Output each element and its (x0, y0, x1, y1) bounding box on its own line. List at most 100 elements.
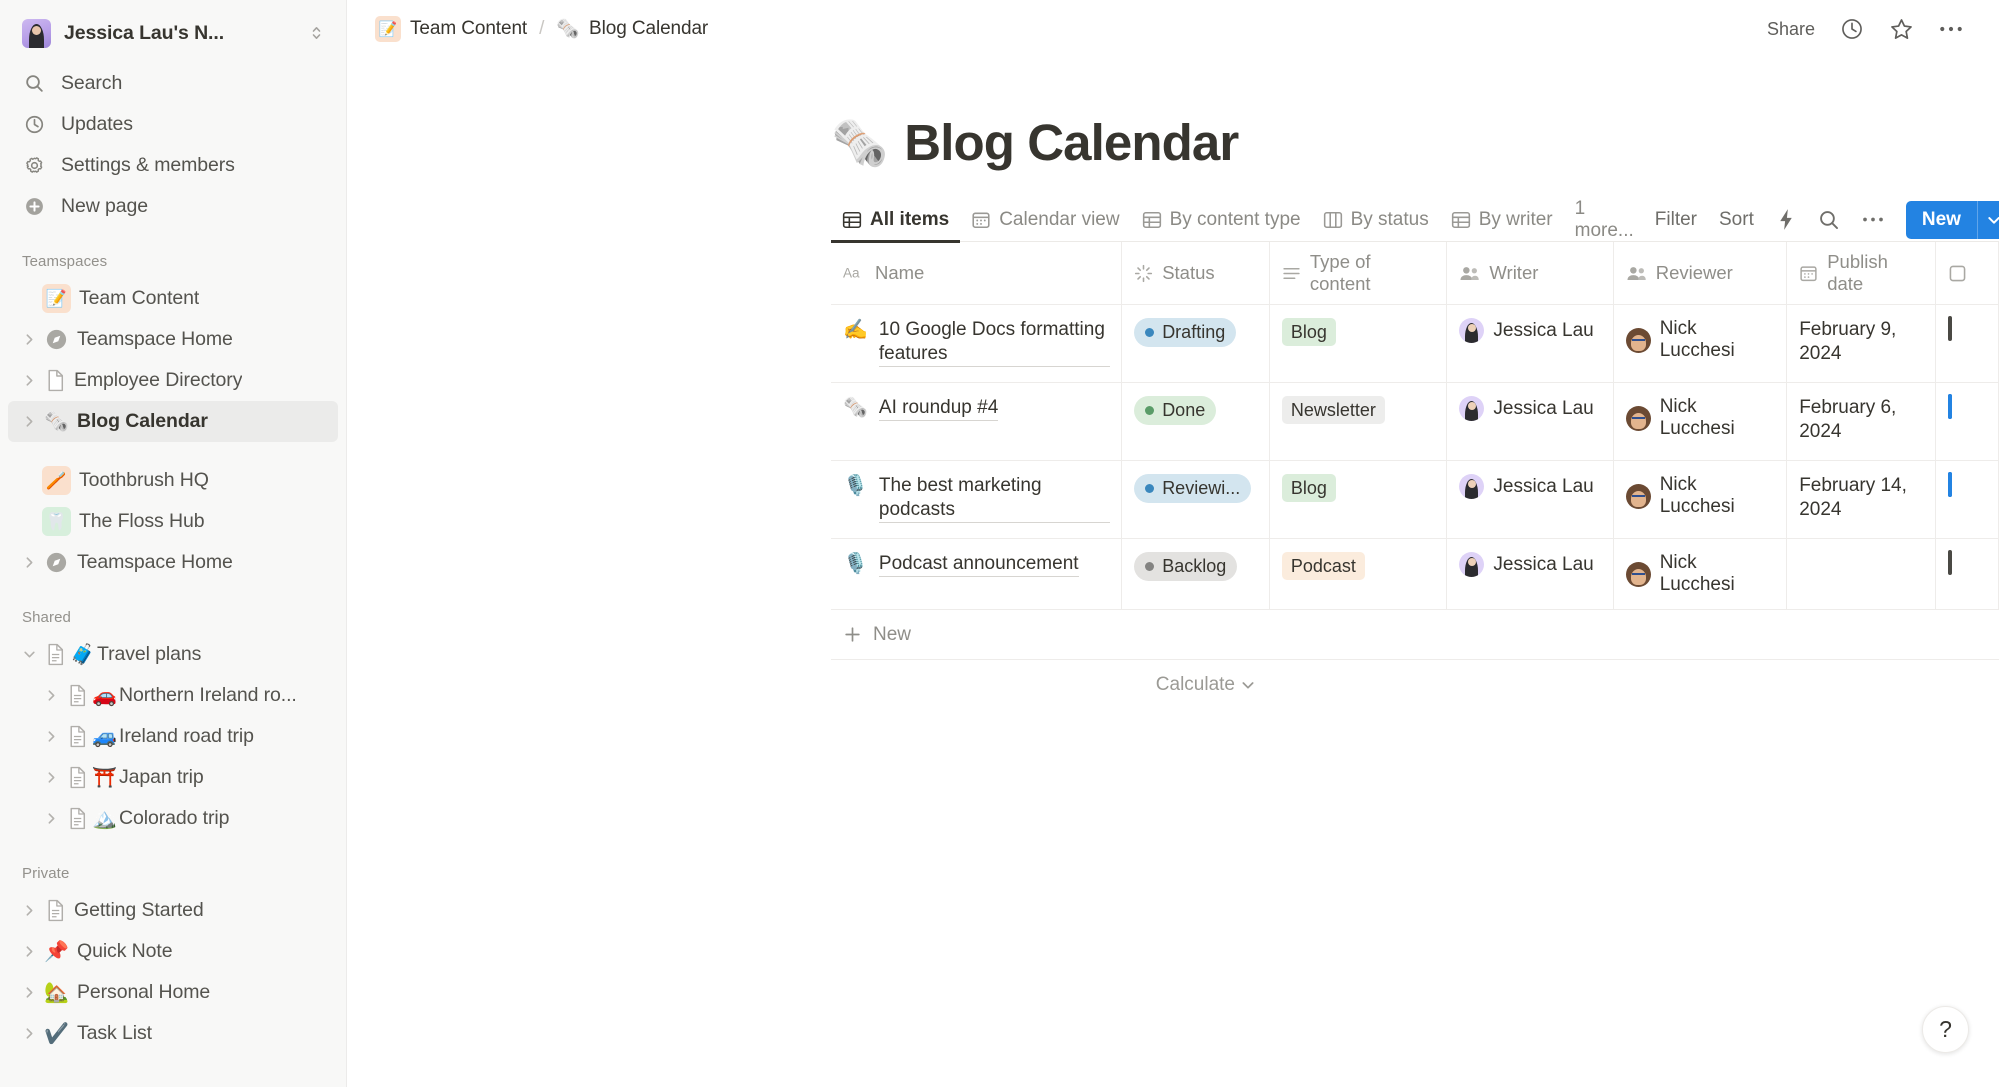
calculate-button[interactable]: Calculate (831, 660, 1269, 710)
sort-button[interactable]: Sort (1709, 202, 1764, 238)
column-header-type-of-content[interactable]: Type of content (1269, 242, 1448, 305)
column-header-checkbox[interactable] (1935, 242, 1999, 305)
chevron-right-icon[interactable] (16, 556, 42, 569)
chevron-right-icon[interactable] (16, 986, 42, 999)
chevron-down-icon[interactable] (1976, 200, 1999, 239)
cell-name[interactable]: 🎙️ Podcast announcement (831, 538, 1123, 610)
chevron-right-icon[interactable] (16, 333, 42, 346)
sidebar-item-settings[interactable]: Settings & members (8, 145, 338, 186)
cell-publish-date[interactable] (1786, 538, 1937, 610)
sidebar-item-new-page[interactable]: New page (8, 186, 338, 227)
sidebar-item-travel-plans[interactable]: 🧳 Travel plans (8, 634, 338, 675)
checkbox[interactable] (1948, 550, 1953, 575)
tab-calendar-view[interactable]: Calendar view (960, 198, 1130, 242)
breadcrumb-current[interactable]: 🗞️ Blog Calendar (548, 13, 716, 45)
cell-status[interactable]: Done (1121, 382, 1270, 461)
sidebar-item-northern-ireland-road-trip[interactable]: 🚗 Northern Ireland ro... (8, 675, 338, 716)
cell-publish-date[interactable]: February 9, 2024 (1786, 304, 1937, 383)
cell-checkbox[interactable] (1935, 538, 1999, 610)
cell-checkbox[interactable] (1935, 460, 1999, 539)
row-title[interactable]: Podcast announcement (878, 552, 1079, 577)
column-header-publish-date[interactable]: Publish date (1786, 242, 1937, 305)
cell-status[interactable]: Drafting (1121, 304, 1270, 383)
chevron-right-icon[interactable] (16, 374, 42, 387)
row-title[interactable]: AI roundup #4 (878, 396, 999, 421)
search-icon[interactable] (1808, 202, 1850, 238)
cell-reviewer[interactable]: Nick Lucchesi (1613, 304, 1788, 383)
sidebar-item-task-list[interactable]: ✔️ Task List (8, 1013, 338, 1054)
chevron-down-icon[interactable] (16, 648, 42, 661)
sidebar-item-the-floss-hub[interactable]: › 🦷 The Floss Hub (8, 501, 338, 542)
cell-reviewer[interactable]: Nick Lucchesi (1613, 460, 1788, 539)
sidebar-item-blog-calendar[interactable]: 🗞️ Blog Calendar (8, 401, 338, 442)
share-button[interactable]: Share (1757, 11, 1825, 47)
cell-name[interactable]: ✍️ 10 Google Docs formatting features (831, 304, 1123, 383)
cell-writer[interactable]: Jessica Lau (1446, 304, 1614, 383)
chevron-right-icon[interactable] (38, 812, 64, 825)
workspace-switcher[interactable]: Jessica Lau's N... (8, 5, 338, 61)
row-title[interactable]: The best marketing podcasts (878, 474, 1111, 523)
sidebar-item-personal-home[interactable]: 🏡 Personal Home (8, 972, 338, 1013)
cell-writer[interactable]: Jessica Lau (1446, 538, 1614, 610)
more-icon[interactable] (1852, 202, 1894, 238)
column-header-writer[interactable]: Writer (1446, 242, 1614, 305)
tab-by-status[interactable]: By status (1312, 198, 1440, 242)
cell-name[interactable]: 🎙️ The best marketing podcasts (831, 460, 1123, 539)
newspaper-roll-icon[interactable]: 🗞️ (831, 120, 888, 166)
column-header-status[interactable]: Status (1121, 242, 1270, 305)
page-title[interactable]: Blog Calendar (904, 113, 1239, 172)
new-record-button[interactable]: New (1906, 201, 1977, 239)
column-header-reviewer[interactable]: Reviewer (1613, 242, 1788, 305)
sidebar-item-toothbrush-hq[interactable]: › 🪥 Toothbrush HQ (8, 460, 338, 501)
sidebar-item-colorado-trip[interactable]: 🏔️ Colorado trip (8, 798, 338, 839)
cell-status[interactable]: Reviewi... (1121, 460, 1270, 539)
cell-type-of-content[interactable]: Blog (1269, 460, 1448, 539)
checkbox[interactable] (1948, 316, 1953, 341)
clock-icon[interactable] (1830, 11, 1874, 47)
sidebar-item-ireland-road-trip[interactable]: 🚙 Ireland road trip (8, 716, 338, 757)
cell-type-of-content[interactable]: Newsletter (1269, 382, 1448, 461)
sidebar-item-teamspace-home-1[interactable]: Teamspace Home (8, 319, 338, 360)
row-title[interactable]: 10 Google Docs formatting features (878, 318, 1111, 367)
table-row[interactable]: 🗞️ AI roundup #4 Done Newsletter Jessica… (831, 382, 1999, 461)
star-icon[interactable] (1879, 11, 1924, 47)
sidebar-item-teamspace-home-2[interactable]: Teamspace Home (8, 542, 338, 583)
tab-all-items[interactable]: All items (831, 198, 961, 243)
filter-button[interactable]: Filter (1645, 202, 1707, 238)
cell-type-of-content[interactable]: Podcast (1269, 538, 1448, 610)
breadcrumb-parent[interactable]: 📝 Team Content (367, 12, 535, 46)
cell-type-of-content[interactable]: Blog (1269, 304, 1448, 383)
cell-writer[interactable]: Jessica Lau (1446, 382, 1614, 461)
tab-by-writer[interactable]: By writer (1440, 198, 1564, 242)
cell-publish-date[interactable]: February 14, 2024 (1786, 460, 1937, 539)
chevron-right-icon[interactable] (16, 1027, 42, 1040)
lightning-icon[interactable] (1766, 202, 1806, 238)
column-header-name[interactable]: Aa Name (831, 242, 1123, 305)
checkbox[interactable] (1948, 394, 1953, 419)
views-more-button[interactable]: 1 more... (1564, 198, 1645, 242)
table-row[interactable]: 🎙️ Podcast announcement Backlog Podcast … (831, 538, 1999, 610)
checkbox[interactable] (1948, 472, 1953, 497)
cell-status[interactable]: Backlog (1121, 538, 1270, 610)
chevron-right-icon[interactable] (16, 945, 42, 958)
cell-checkbox[interactable] (1935, 304, 1999, 383)
add-new-row-button[interactable]: New (831, 610, 1999, 660)
cell-writer[interactable]: Jessica Lau (1446, 460, 1614, 539)
tab-by-content-type[interactable]: By content type (1131, 198, 1312, 242)
cell-reviewer[interactable]: Nick Lucchesi (1613, 382, 1788, 461)
help-button[interactable]: ? (1922, 1006, 1969, 1053)
cell-reviewer[interactable]: Nick Lucchesi (1613, 538, 1788, 610)
sidebar-item-employee-directory[interactable]: Employee Directory (8, 360, 338, 401)
sidebar-item-updates[interactable]: Updates (8, 104, 338, 145)
sidebar-item-search[interactable]: Search (8, 63, 338, 104)
chevron-right-icon[interactable] (16, 415, 42, 428)
chevron-right-icon[interactable] (38, 689, 64, 702)
table-row[interactable]: 🎙️ The best marketing podcasts Reviewi..… (831, 460, 1999, 539)
sidebar-item-team-content[interactable]: › 📝 Team Content (8, 278, 338, 319)
table-row[interactable]: ✍️ 10 Google Docs formatting features Dr… (831, 304, 1999, 383)
cell-name[interactable]: 🗞️ AI roundup #4 (831, 382, 1123, 461)
sidebar-item-getting-started[interactable]: Getting Started (8, 890, 338, 931)
cell-publish-date[interactable]: February 6, 2024 (1786, 382, 1937, 461)
sidebar-item-japan-trip[interactable]: ⛩️ Japan trip (8, 757, 338, 798)
cell-checkbox[interactable] (1935, 382, 1999, 461)
